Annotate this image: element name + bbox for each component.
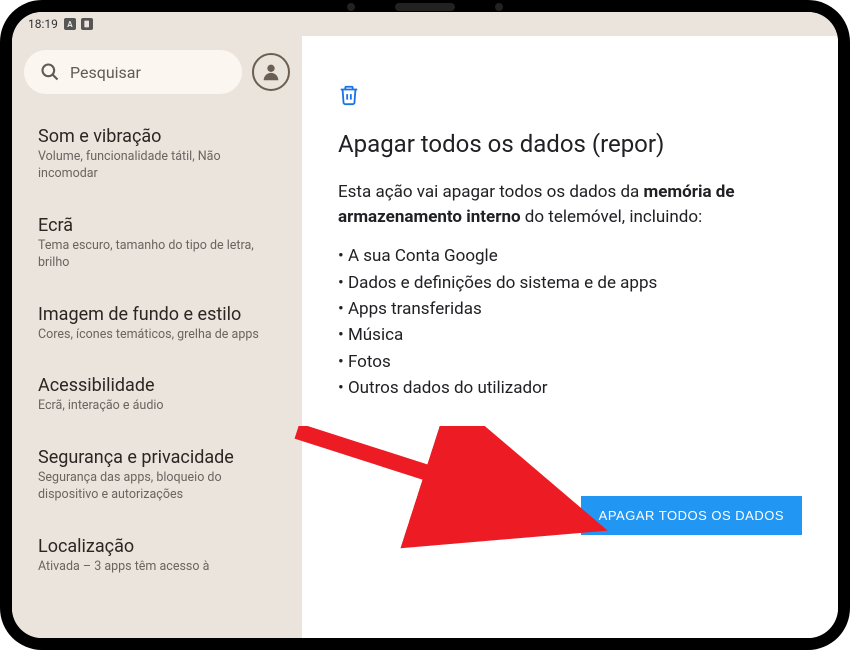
screen: 18:19 A Pesquisar — [12, 12, 838, 638]
sidebar-item-display[interactable]: Ecrã Tema escuro, tamanho do tipo de let… — [24, 203, 290, 284]
sidebar-item-location[interactable]: Localização Ativada – 3 apps têm acesso … — [24, 524, 290, 588]
trash-icon — [338, 84, 802, 110]
main-panel: Apagar todos os dados (repor) Esta ação … — [302, 36, 838, 638]
sidebar-item-title: Segurança e privacidade — [38, 447, 276, 468]
erase-all-data-button[interactable]: APAGAR TODOS OS DADOS — [581, 496, 802, 535]
search-icon — [40, 62, 60, 82]
sidebar-item-title: Acessibilidade — [38, 375, 276, 396]
page-title: Apagar todos os dados (repor) — [338, 130, 802, 158]
status-icon-a: A — [64, 18, 76, 30]
status-time: 18:19 — [28, 17, 58, 31]
list-item: Dados e definições do sistema e de apps — [338, 270, 802, 296]
sidebar: Pesquisar Som e vibração Volume, funcion… — [12, 36, 302, 638]
sidebar-item-title: Localização — [38, 536, 276, 557]
sidebar-item-sub: Ativada – 3 apps têm acesso à — [38, 559, 276, 576]
sidebar-item-sub: Volume, funcionalidade tátil, Não incomo… — [38, 149, 276, 183]
status-icon-card — [81, 18, 93, 30]
person-icon — [260, 61, 282, 83]
sidebar-item-title: Ecrã — [38, 215, 276, 236]
annotation-arrow — [292, 426, 612, 556]
status-icons: A — [64, 18, 93, 30]
sidebar-item-sub: Cores, ícones temáticos, grelha de apps — [38, 327, 276, 344]
main-description: Esta ação vai apagar todos os dados da m… — [338, 180, 802, 229]
tablet-notch — [347, 3, 503, 11]
list-item: Fotos — [338, 349, 802, 375]
search-placeholder: Pesquisar — [70, 63, 141, 82]
sidebar-item-sub: Ecrã, interação e áudio — [38, 398, 276, 415]
list-item: Apps transferidas — [338, 296, 802, 322]
bullet-list: A sua Conta Google Dados e definições do… — [338, 243, 802, 401]
sidebar-item-accessibility[interactable]: Acessibilidade Ecrã, interação e áudio — [24, 363, 290, 427]
search-input[interactable]: Pesquisar — [24, 50, 242, 94]
content: Pesquisar Som e vibração Volume, funcion… — [12, 36, 838, 638]
list-item: A sua Conta Google — [338, 243, 802, 269]
list-item: Música — [338, 322, 802, 348]
sidebar-item-title: Som e vibração — [38, 126, 276, 147]
search-row: Pesquisar — [24, 50, 290, 94]
list-item: Outros dados do utilizador — [338, 375, 802, 401]
tablet-frame: 18:19 A Pesquisar — [0, 0, 850, 650]
sidebar-item-title: Imagem de fundo e estilo — [38, 304, 276, 325]
sidebar-item-security[interactable]: Segurança e privacidade Segurança das ap… — [24, 435, 290, 516]
sidebar-item-wallpaper[interactable]: Imagem de fundo e estilo Cores, ícones t… — [24, 292, 290, 356]
account-button[interactable] — [252, 53, 290, 91]
sidebar-item-sound[interactable]: Som e vibração Volume, funcionalidade tá… — [24, 114, 290, 195]
sidebar-item-sub: Tema escuro, tamanho do tipo de letra, b… — [38, 238, 276, 272]
status-bar: 18:19 A — [12, 12, 838, 36]
sidebar-item-sub: Segurança das apps, bloqueio do disposit… — [38, 470, 276, 504]
